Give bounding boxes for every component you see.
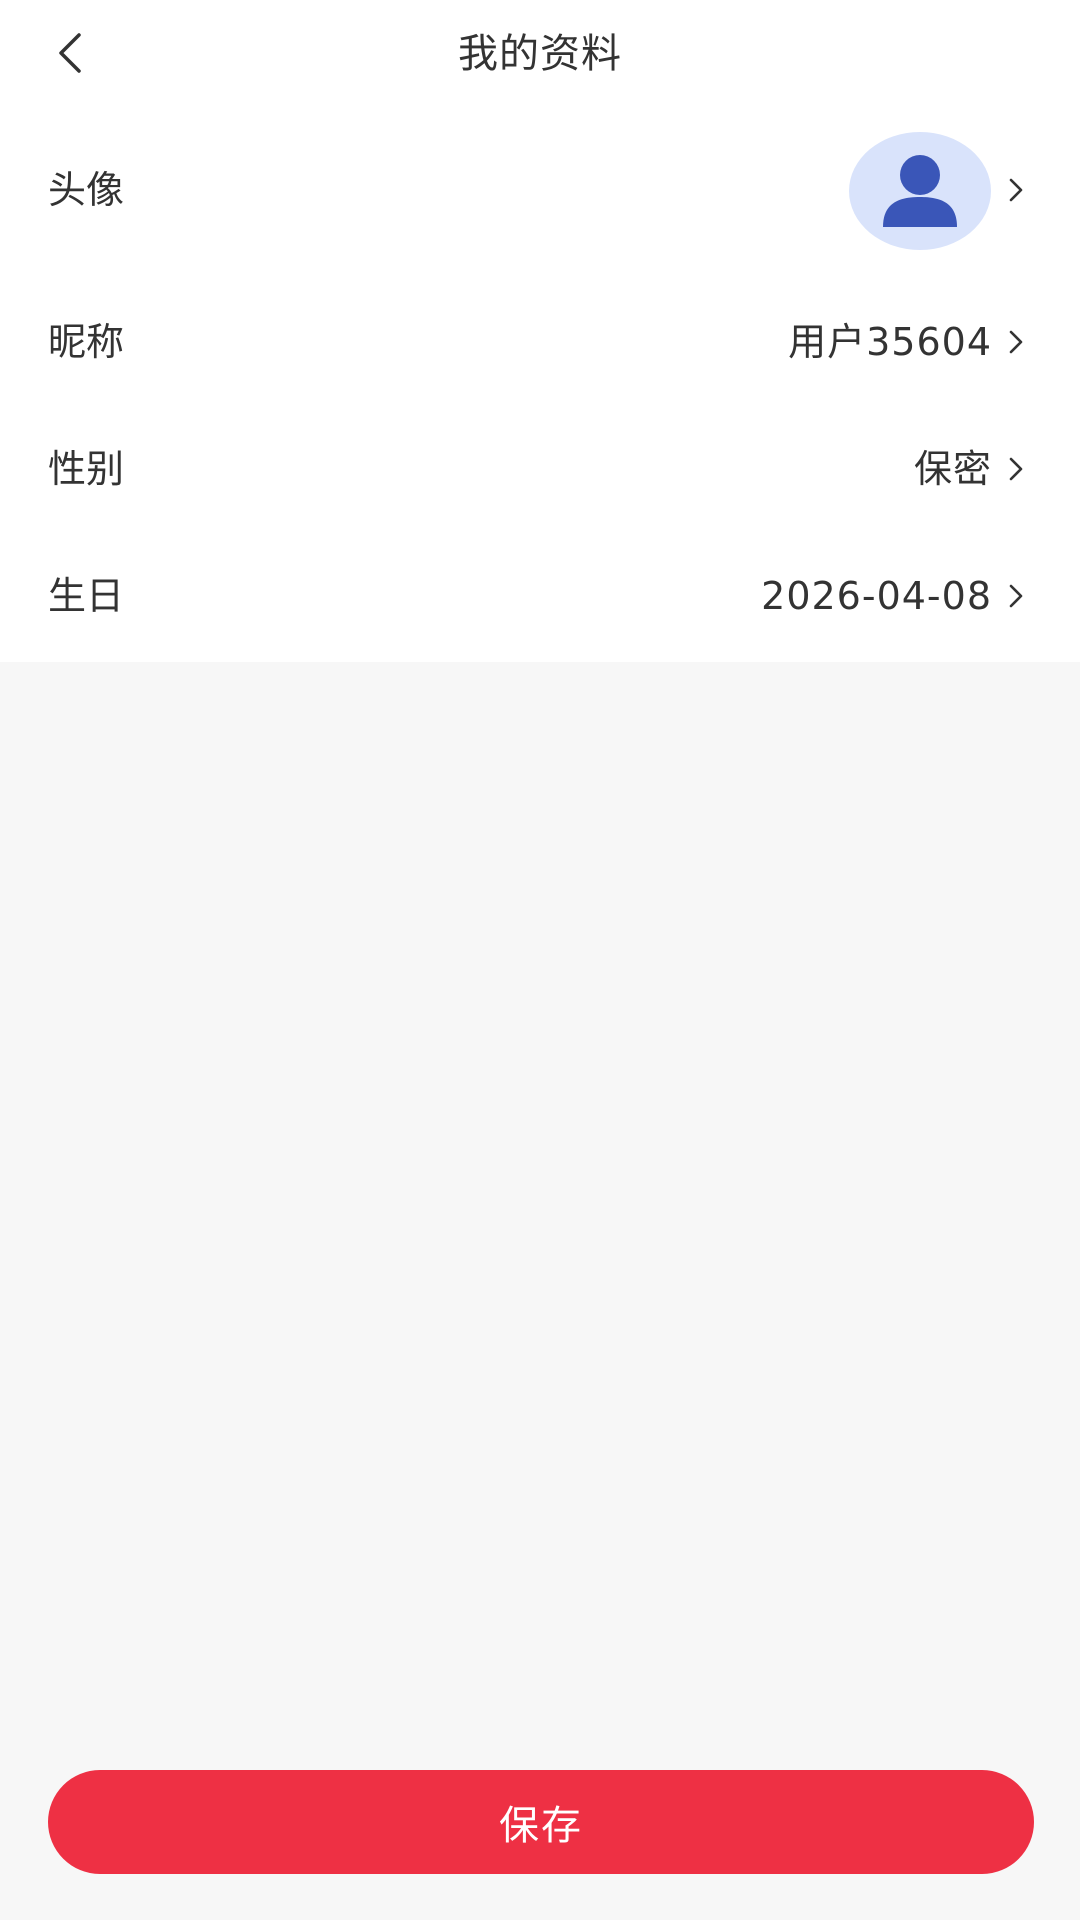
page-title: 我的资料: [458, 31, 622, 77]
birthday-value: 2026-04-08: [761, 574, 992, 618]
chevron-right-icon: [1006, 327, 1026, 357]
birthday-row[interactable]: 生日 2026-04-08: [0, 532, 1080, 660]
chevron-right-icon: [1006, 581, 1026, 611]
gender-label: 性别: [48, 447, 125, 491]
birthday-label: 生日: [48, 574, 125, 618]
gender-value: 保密: [913, 447, 992, 491]
profile-page: 我的资料 头像 昵称 用户35604 性别 保密 生日 2026-04-08 保…: [0, 0, 1080, 1920]
nickname-label: 昵称: [48, 320, 125, 364]
avatar-label: 头像: [48, 168, 125, 212]
save-button[interactable]: 保存: [48, 1770, 1034, 1874]
nickname-row[interactable]: 昵称 用户35604: [0, 278, 1080, 406]
profile-card: 我的资料 头像 昵称 用户35604 性别 保密 生日 2026-04-08: [0, 0, 1080, 662]
gender-row[interactable]: 性别 保密: [0, 405, 1080, 533]
avatar[interactable]: [849, 132, 991, 250]
chevron-right-icon: [1006, 175, 1026, 205]
avatar-row[interactable]: 头像: [0, 126, 1080, 254]
user-avatar-icon: [883, 155, 957, 227]
chevron-right-icon: [1006, 454, 1026, 484]
nickname-value: 用户35604: [788, 320, 992, 364]
header-bar: 我的资料: [0, 0, 1080, 108]
